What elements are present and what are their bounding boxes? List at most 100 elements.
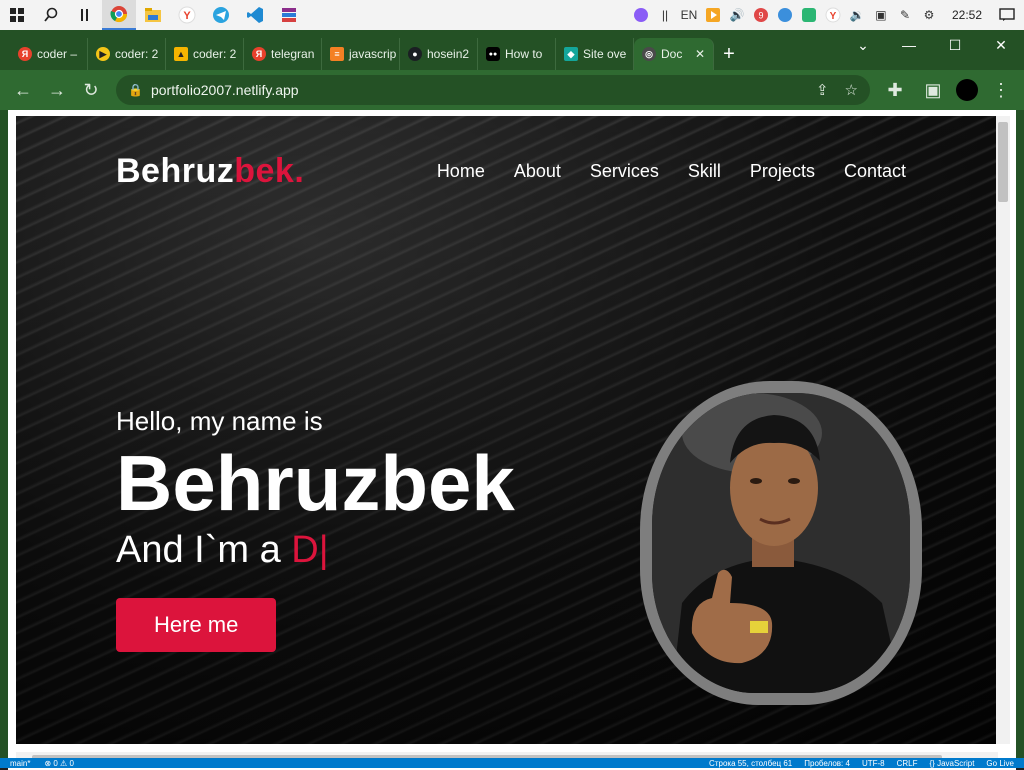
nav-link-projects[interactable]: Projects	[750, 161, 815, 182]
forward-icon[interactable]: →	[42, 75, 72, 105]
github-favicon-icon: ●	[408, 47, 422, 61]
hire-me-button[interactable]: Here me	[116, 598, 276, 652]
lock-icon[interactable]: 🔒	[128, 83, 143, 97]
close-window-icon[interactable]: ✕	[978, 30, 1024, 60]
browser-tab[interactable]: ● hosein2	[400, 38, 478, 70]
line-ending[interactable]: CRLF	[897, 759, 918, 768]
site-nav-menu: Home About Services Skill Projects Conta…	[437, 161, 906, 182]
side-panel-icon[interactable]: ▣	[918, 75, 948, 105]
minimize-icon[interactable]: —	[886, 30, 932, 60]
close-tab-icon[interactable]: ✕	[695, 47, 705, 61]
network-icon[interactable]: ▣	[872, 6, 890, 24]
maximize-icon[interactable]: ☐	[932, 30, 978, 60]
browser-toolbar: ← → ↻ 🔒 portfolio2007.netlify.app ⇪ ☆ ✚ …	[0, 70, 1024, 110]
address-bar[interactable]: 🔒 portfolio2007.netlify.app ⇪ ☆	[116, 75, 870, 105]
tab-label: Site ove	[583, 47, 626, 61]
reload-icon[interactable]: ↻	[76, 75, 106, 105]
yandex-tray-icon[interactable]: Y	[824, 6, 842, 24]
browser-tab[interactable]: ≡ javascrip	[322, 38, 400, 70]
hero-name: Behruzbek	[116, 441, 515, 525]
globe-favicon-icon: ◎	[642, 47, 656, 61]
separator-icon: ||	[656, 6, 674, 24]
tab-search-icon[interactable]: ⌄	[840, 30, 886, 60]
role-typed: D|	[291, 529, 328, 571]
logo-main: Behruz	[116, 152, 234, 190]
vpn-icon[interactable]	[800, 6, 818, 24]
winrar-icon[interactable]	[272, 0, 306, 30]
language-indicator[interactable]: EN	[680, 6, 698, 24]
alice-icon[interactable]	[632, 6, 650, 24]
yandex-favicon-icon: Я	[252, 47, 266, 61]
window-controls: ⌄ — ☐ ✕	[840, 30, 1024, 60]
browser-tab[interactable]: Я coder –	[10, 38, 88, 70]
site-header: Behruzbek. Home About Services Skill Pro…	[116, 152, 906, 191]
role-prefix: And I`m a	[116, 529, 291, 571]
hero-greeting: Hello, my name is	[116, 406, 515, 437]
browser-tab[interactable]: ▲ coder: 2	[166, 38, 244, 70]
vertical-scrollbar[interactable]	[996, 116, 1010, 744]
svg-text:9: 9	[758, 11, 763, 21]
settings-icon[interactable]: ⚙	[920, 6, 938, 24]
portrait-photo	[652, 393, 910, 693]
chrome-icon[interactable]	[102, 0, 136, 30]
problems-count[interactable]: ⊗ 0 ⚠ 0	[44, 759, 73, 768]
nav-link-skill[interactable]: Skill	[688, 161, 721, 182]
menu-kebab-icon[interactable]: ⋮	[986, 75, 1016, 105]
search-icon[interactable]	[34, 0, 68, 30]
files-icon[interactable]	[136, 0, 170, 30]
nav-link-home[interactable]: Home	[437, 161, 485, 182]
profile-avatar[interactable]	[956, 79, 978, 101]
site-logo[interactable]: Behruzbek.	[116, 152, 304, 191]
back-icon[interactable]: ←	[8, 75, 38, 105]
media-icon[interactable]	[704, 6, 722, 24]
logo-accent: bek.	[234, 152, 304, 190]
browser-tab[interactable]: ◆ Site ove	[556, 38, 634, 70]
vscode-status-bar: main* ⊗ 0 ⚠ 0 Строка 55, столбец 61 Проб…	[0, 758, 1024, 768]
browser-tab[interactable]: Я telegran	[244, 38, 322, 70]
taskview-icon[interactable]	[68, 0, 102, 30]
notifications-icon[interactable]	[998, 6, 1016, 24]
tab-label: coder –	[37, 47, 77, 61]
image-favicon-icon: ▲	[174, 47, 188, 61]
go-live-button[interactable]: Go Live	[986, 759, 1014, 768]
system-clock[interactable]: 22:52	[952, 8, 982, 22]
encoding[interactable]: UTF-8	[862, 759, 885, 768]
tab-label: coder: 2	[193, 47, 236, 61]
browser-tab-active[interactable]: ◎ Doc ✕	[634, 38, 714, 70]
browser-window: Я coder – ▶ coder: 2 ▲ coder: 2 Я telegr…	[0, 30, 1024, 768]
new-tab-button[interactable]: +	[714, 38, 744, 70]
medium-favicon-icon: ●●	[486, 47, 500, 61]
nav-link-about[interactable]: About	[514, 161, 561, 182]
git-branch[interactable]: main*	[10, 759, 30, 768]
tab-label: javascrip	[349, 47, 396, 61]
scroll-thumb[interactable]	[998, 122, 1008, 202]
speaker-icon[interactable]: 🔊	[728, 6, 746, 24]
browser-tray-icon[interactable]	[776, 6, 794, 24]
netlify-favicon-icon: ◆	[564, 47, 578, 61]
extensions-icon[interactable]: ✚	[880, 75, 910, 105]
language-mode[interactable]: {} JavaScript	[930, 759, 975, 768]
tab-label: Doc	[661, 47, 682, 61]
browser-tab[interactable]: ▶ coder: 2	[88, 38, 166, 70]
tab-label: telegran	[271, 47, 314, 61]
page-viewport: Behruzbek. Home About Services Skill Pro…	[8, 110, 1016, 770]
hero-role: And I`m a D|	[116, 529, 515, 572]
telegram-icon[interactable]	[204, 0, 238, 30]
vscode-icon[interactable]	[238, 0, 272, 30]
indentation[interactable]: Пробелов: 4	[804, 759, 850, 768]
profile-photo	[640, 381, 922, 705]
tab-label: hosein2	[427, 47, 469, 61]
yandex-icon[interactable]: Y	[170, 0, 204, 30]
nav-link-services[interactable]: Services	[590, 161, 659, 182]
windows-icon[interactable]	[0, 0, 34, 30]
share-icon[interactable]: ⇪	[816, 81, 829, 99]
bookmark-star-icon[interactable]: ☆	[845, 81, 858, 99]
nav-link-contact[interactable]: Contact	[844, 161, 906, 182]
volume-icon[interactable]: 🔉	[848, 6, 866, 24]
url-text[interactable]: portfolio2007.netlify.app	[151, 82, 299, 98]
tab-label: coder: 2	[115, 47, 158, 61]
notification-badge-icon[interactable]: 9	[752, 6, 770, 24]
cursor-position[interactable]: Строка 55, столбец 61	[709, 759, 792, 768]
pen-icon[interactable]: ✎	[896, 6, 914, 24]
browser-tab[interactable]: ●● How to	[478, 38, 556, 70]
